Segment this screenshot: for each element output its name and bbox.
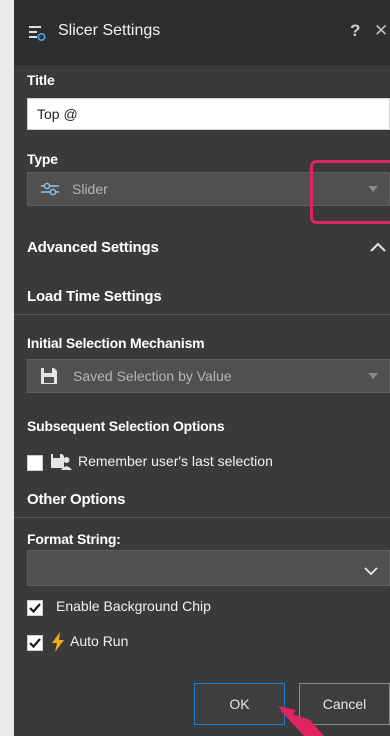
- type-label: Type: [27, 151, 58, 167]
- auto-run-checkbox[interactable]: [27, 635, 43, 651]
- close-button[interactable]: ✕: [374, 21, 388, 41]
- initial-selection-label: Initial Selection Mechanism: [27, 335, 205, 351]
- type-selected-value: Slider: [72, 181, 108, 197]
- other-options-heading: Other Options: [27, 491, 126, 508]
- slicer-settings-dialog: Slicer Settings ? ✕ Title Type Slider Ad…: [14, 0, 390, 736]
- divider: [14, 517, 390, 518]
- save-icon: [40, 367, 58, 385]
- format-string-dropdown[interactable]: [27, 550, 390, 586]
- format-string-label: Format String:: [27, 531, 121, 547]
- lightning-icon: [51, 632, 65, 652]
- annotation-highlight-box: [310, 160, 390, 224]
- chevron-down-icon: [368, 373, 378, 379]
- annotation-arrow: [278, 706, 324, 736]
- enable-background-chip-checkbox[interactable]: [27, 600, 43, 616]
- slicer-settings-icon: [28, 24, 46, 42]
- load-time-settings-heading: Load Time Settings: [27, 288, 162, 305]
- slider-icon: [40, 181, 60, 197]
- advanced-settings-heading: Advanced Settings: [27, 239, 159, 256]
- title-input[interactable]: [27, 98, 390, 130]
- initial-selection-value: Saved Selection by Value: [73, 368, 232, 384]
- dialog-header: Slicer Settings ? ✕: [14, 0, 390, 65]
- user-save-icon: [50, 451, 72, 471]
- subsequent-selection-heading: Subsequent Selection Options: [27, 418, 225, 434]
- enable-background-chip-label: Enable Background Chip: [56, 598, 211, 614]
- chevron-down-icon: [364, 563, 378, 576]
- help-button[interactable]: ?: [350, 21, 360, 41]
- remember-selection-label: Remember user's last selection: [78, 453, 273, 469]
- auto-run-label: Auto Run: [70, 633, 129, 649]
- title-label: Title: [27, 72, 55, 88]
- initial-selection-dropdown[interactable]: Saved Selection by Value: [27, 359, 390, 393]
- dialog-title: Slicer Settings: [58, 22, 161, 39]
- chevron-up-icon[interactable]: [370, 240, 386, 252]
- divider: [14, 314, 390, 315]
- remember-selection-checkbox[interactable]: [27, 455, 43, 471]
